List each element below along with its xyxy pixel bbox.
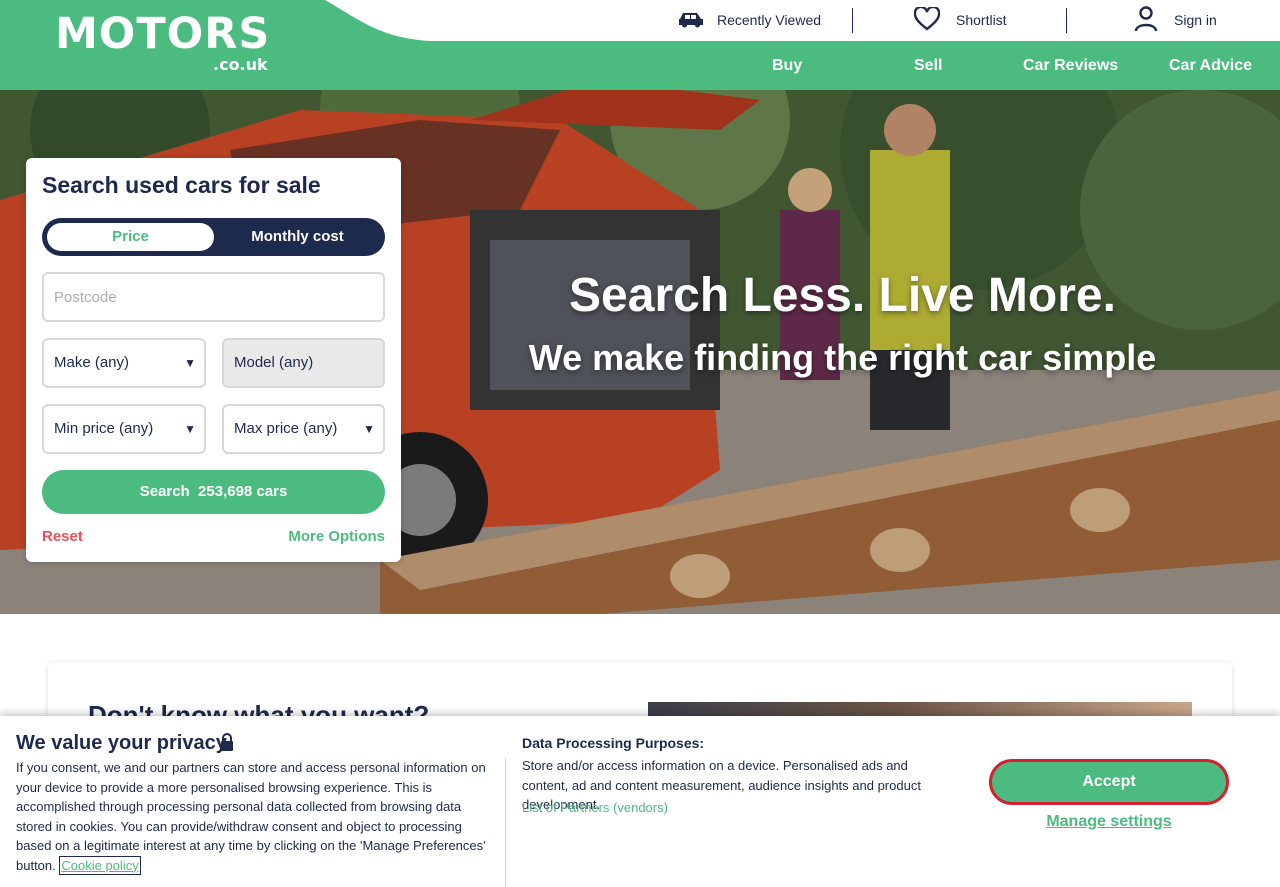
- model-select[interactable]: Model (any): [222, 338, 385, 388]
- sign-in-link[interactable]: Sign in: [1134, 5, 1217, 35]
- chevron-down-icon: ▼: [184, 356, 196, 370]
- price-mode-toggle: Price Monthly cost: [42, 218, 385, 256]
- toggle-monthly-cost[interactable]: Monthly cost: [214, 223, 381, 251]
- search-panel: Search used cars for sale Price Monthly …: [26, 158, 401, 562]
- recently-viewed-link[interactable]: Recently Viewed: [677, 6, 821, 34]
- hero-headline: Search Less. Live More.: [569, 269, 1116, 322]
- consent-title: We value your privacy: [16, 732, 227, 754]
- logo-wordmark: MOTORS: [55, 9, 271, 59]
- consent-body: If you consent, we and our partners can …: [16, 758, 496, 875]
- logo-domain: .co.uk: [213, 55, 268, 74]
- divider: [852, 8, 853, 33]
- make-select[interactable]: Make (any) ▼: [42, 338, 206, 388]
- toggle-price[interactable]: Price: [47, 223, 214, 251]
- min-price-value: Min price (any): [54, 420, 154, 437]
- make-value: Make (any): [54, 354, 130, 371]
- search-button[interactable]: Search 253,698 cars: [42, 470, 385, 514]
- nav-car-reviews[interactable]: Car Reviews: [1023, 41, 1118, 90]
- max-price-select[interactable]: Max price (any) ▼: [222, 404, 385, 454]
- more-options-link[interactable]: More Options: [288, 528, 385, 545]
- min-price-select[interactable]: Min price (any) ▼: [42, 404, 206, 454]
- lock-icon: [220, 733, 234, 756]
- privacy-consent-banner: We value your privacy If you consent, we…: [0, 716, 1280, 887]
- manage-settings-link[interactable]: Manage settings: [989, 813, 1229, 831]
- search-panel-title: Search used cars for sale: [42, 172, 321, 198]
- reset-link[interactable]: Reset: [42, 528, 83, 545]
- sign-in-label: Sign in: [1174, 12, 1217, 28]
- recently-viewed-label: Recently Viewed: [717, 12, 822, 28]
- chevron-down-icon: ▼: [184, 422, 196, 436]
- user-icon: [1134, 5, 1158, 35]
- heart-icon: [913, 5, 941, 34]
- model-value: Model (any): [234, 354, 314, 371]
- hero-subheadline: We make finding the right car simple: [528, 337, 1157, 378]
- nav-buy[interactable]: Buy: [772, 41, 802, 90]
- postcode-field[interactable]: [42, 272, 385, 322]
- divider: [505, 758, 506, 887]
- car-icon: [677, 10, 705, 31]
- shortlist-label: Shortlist: [956, 12, 1007, 28]
- site-logo[interactable]: MOTORS .co.uk: [0, 0, 440, 90]
- purposes-title: Data Processing Purposes:: [522, 735, 705, 751]
- accept-button[interactable]: Accept: [989, 759, 1229, 805]
- nav-car-advice[interactable]: Car Advice: [1169, 41, 1252, 90]
- chevron-down-icon: ▼: [363, 422, 375, 436]
- shortlist-link[interactable]: Shortlist: [913, 5, 1007, 34]
- nav-sell[interactable]: Sell: [914, 41, 942, 90]
- postcode-input[interactable]: [54, 274, 383, 320]
- divider: [1066, 8, 1067, 33]
- partners-link[interactable]: List of Partners (vendors): [522, 800, 668, 815]
- max-price-value: Max price (any): [234, 420, 338, 437]
- cookie-policy-link[interactable]: Cookie policy: [59, 855, 141, 875]
